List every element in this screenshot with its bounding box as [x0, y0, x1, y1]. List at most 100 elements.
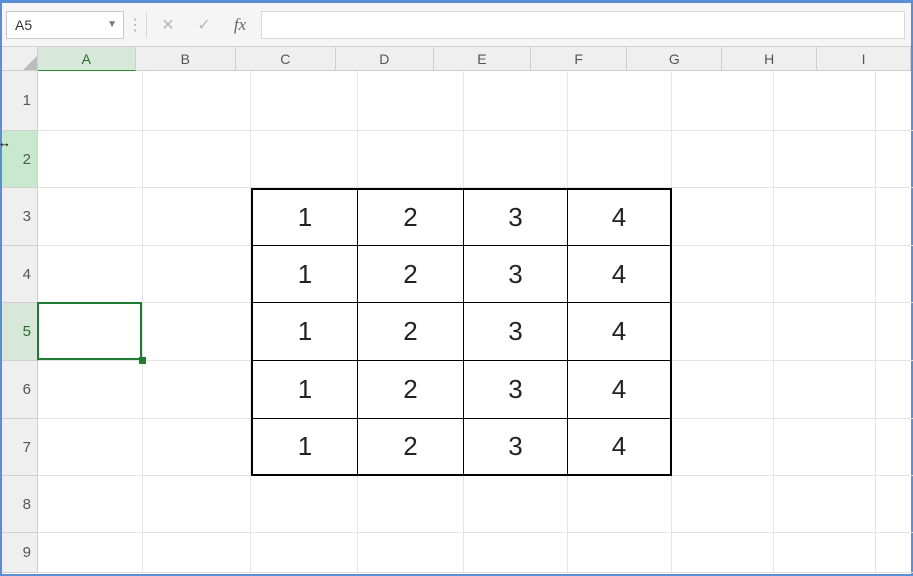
cell-E1[interactable] — [464, 71, 568, 131]
cell-G7[interactable] — [672, 419, 774, 476]
cell-C4[interactable]: 1 — [251, 246, 358, 303]
cell-B4[interactable] — [143, 246, 251, 303]
cell-B3[interactable] — [143, 188, 251, 246]
cell-B1[interactable] — [143, 71, 251, 131]
cell-F7[interactable]: 4 — [568, 419, 672, 476]
cell-F8[interactable] — [568, 476, 672, 533]
drag-handle-icon[interactable]: ⋮ — [130, 15, 140, 35]
cell-F2[interactable] — [568, 131, 672, 188]
cell-D9[interactable] — [358, 533, 464, 573]
cell-I2[interactable] — [876, 131, 913, 188]
cell-D3[interactable]: 2 — [358, 188, 464, 246]
cell-D7[interactable]: 2 — [358, 419, 464, 476]
insert-function-button[interactable]: fx — [225, 11, 255, 39]
column-header-D[interactable]: D — [336, 47, 435, 71]
cell-I6[interactable] — [876, 361, 913, 419]
row-header-8[interactable]: 8 — [2, 476, 38, 533]
column-header-B[interactable]: B — [136, 47, 236, 71]
cell-G9[interactable] — [672, 533, 774, 573]
cell-A2[interactable] — [38, 131, 143, 188]
confirm-button[interactable]: ✓ — [189, 11, 219, 39]
row-header-1[interactable]: 1 — [2, 71, 38, 131]
cell-F1[interactable] — [568, 71, 672, 131]
column-header-C[interactable]: C — [236, 47, 335, 71]
cell-B9[interactable] — [143, 533, 251, 573]
cell-A9[interactable] — [38, 533, 143, 573]
row-header-6[interactable]: 6 — [2, 361, 38, 419]
cell-C1[interactable] — [251, 71, 358, 131]
row-header-3[interactable]: 3 — [2, 188, 38, 246]
cell-I8[interactable] — [876, 476, 913, 533]
cancel-button[interactable]: ✕ — [153, 11, 183, 39]
cell-H5[interactable] — [774, 303, 876, 361]
formula-input[interactable] — [261, 11, 905, 39]
cell-D6[interactable]: 2 — [358, 361, 464, 419]
row-header-5[interactable]: 5 — [2, 303, 38, 361]
cell-C6[interactable]: 1 — [251, 361, 358, 419]
cell-E5[interactable]: 3 — [464, 303, 568, 361]
cell-A7[interactable] — [38, 419, 143, 476]
name-box[interactable]: A5 ▼ — [6, 11, 124, 39]
cell-H7[interactable] — [774, 419, 876, 476]
cell-C7[interactable]: 1 — [251, 419, 358, 476]
cell-D8[interactable] — [358, 476, 464, 533]
cell-G6[interactable] — [672, 361, 774, 419]
cell-A8[interactable] — [38, 476, 143, 533]
cells-area[interactable]: 12341234123412341234 — [38, 71, 911, 574]
cell-G8[interactable] — [672, 476, 774, 533]
cell-C8[interactable] — [251, 476, 358, 533]
cell-I9[interactable] — [876, 533, 913, 573]
cell-B2[interactable] — [143, 131, 251, 188]
cell-A5[interactable] — [38, 303, 143, 361]
cell-D2[interactable] — [358, 131, 464, 188]
cell-A4[interactable] — [38, 246, 143, 303]
cell-D4[interactable]: 2 — [358, 246, 464, 303]
cell-C3[interactable]: 1 — [251, 188, 358, 246]
cell-F3[interactable]: 4 — [568, 188, 672, 246]
cell-H1[interactable] — [774, 71, 876, 131]
cell-I1[interactable] — [876, 71, 913, 131]
column-header-F[interactable]: F — [531, 47, 628, 71]
cell-A1[interactable] — [38, 71, 143, 131]
row-header-2[interactable]: 2 — [2, 131, 38, 188]
cell-H2[interactable] — [774, 131, 876, 188]
cell-C9[interactable] — [251, 533, 358, 573]
row-header-9[interactable]: 9 — [2, 533, 38, 573]
cell-G3[interactable] — [672, 188, 774, 246]
cell-F6[interactable]: 4 — [568, 361, 672, 419]
column-header-H[interactable]: H — [722, 47, 817, 71]
cell-F4[interactable]: 4 — [568, 246, 672, 303]
cell-B5[interactable] — [143, 303, 251, 361]
cell-H8[interactable] — [774, 476, 876, 533]
cell-F5[interactable]: 4 — [568, 303, 672, 361]
cell-I5[interactable] — [876, 303, 913, 361]
cell-I7[interactable] — [876, 419, 913, 476]
cell-B7[interactable] — [143, 419, 251, 476]
cell-G1[interactable] — [672, 71, 774, 131]
cell-B6[interactable] — [143, 361, 251, 419]
chevron-down-icon[interactable]: ▼ — [107, 19, 117, 30]
row-header-4[interactable]: 4 — [2, 246, 38, 303]
cell-F9[interactable] — [568, 533, 672, 573]
cell-H9[interactable] — [774, 533, 876, 573]
cell-E3[interactable]: 3 — [464, 188, 568, 246]
cell-E9[interactable] — [464, 533, 568, 573]
cell-A6[interactable] — [38, 361, 143, 419]
row-header-7[interactable]: 7 — [2, 419, 38, 476]
cell-C2[interactable] — [251, 131, 358, 188]
cell-E4[interactable]: 3 — [464, 246, 568, 303]
cell-G5[interactable] — [672, 303, 774, 361]
spreadsheet-grid[interactable]: ABCDEFGHI 123456789 12341234123412341234… — [2, 47, 911, 574]
cell-D1[interactable] — [358, 71, 464, 131]
cell-I3[interactable] — [876, 188, 913, 246]
cell-B8[interactable] — [143, 476, 251, 533]
cell-H3[interactable] — [774, 188, 876, 246]
cell-I4[interactable] — [876, 246, 913, 303]
column-header-E[interactable]: E — [434, 47, 531, 71]
cell-E7[interactable]: 3 — [464, 419, 568, 476]
column-header-G[interactable]: G — [627, 47, 722, 71]
cell-H4[interactable] — [774, 246, 876, 303]
cell-D5[interactable]: 2 — [358, 303, 464, 361]
select-all-corner[interactable] — [2, 47, 38, 71]
cell-G4[interactable] — [672, 246, 774, 303]
